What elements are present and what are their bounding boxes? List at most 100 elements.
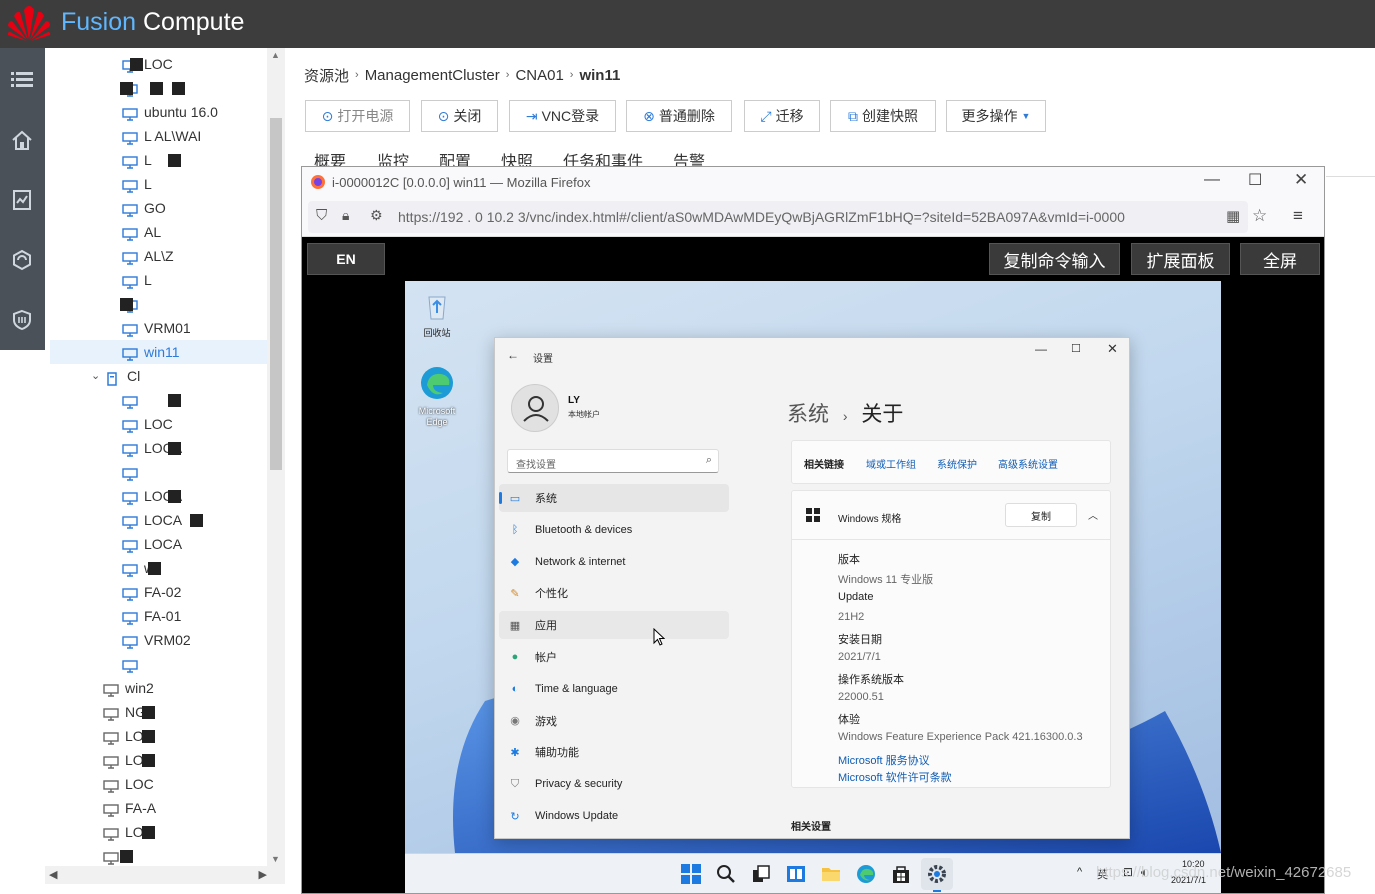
tree-item[interactable]: ubuntu 16.0 (122, 100, 267, 124)
fullscreen-button[interactable]: 全屏 (1240, 243, 1320, 275)
settings-nav-item[interactable]: ● 帐户 (499, 643, 729, 671)
tree-item[interactable]: win2 (103, 676, 267, 700)
widgets-icon[interactable] (786, 864, 806, 884)
tree-item[interactable]: VRM02 (122, 628, 267, 652)
tree-item[interactable]: w (122, 556, 267, 580)
tree-item[interactable]: FA-A (103, 796, 267, 820)
license-link[interactable]: Microsoft 软件许可条款 (838, 769, 952, 785)
tree-item[interactable]: L (122, 172, 267, 196)
settings-nav-item[interactable]: ✱ 辅助功能 (499, 738, 729, 766)
start-icon[interactable] (681, 864, 701, 884)
close-icon[interactable]: ✕ (1107, 341, 1118, 357)
settings-search-input[interactable]: 查找设置 ⌕ (507, 449, 719, 473)
settings-nav-item[interactable]: ◆ Network & internet (499, 548, 729, 576)
tree-item[interactable]: GO (122, 196, 267, 220)
settings-nav-item[interactable]: ↻ Windows Update (499, 802, 729, 830)
tree-item[interactable]: ⌄ Cl (91, 364, 267, 388)
minimize-icon[interactable]: — (1204, 171, 1220, 189)
desktop-icon-edge[interactable]: Microsoft Edge (409, 365, 465, 428)
tree-item[interactable]: FA-01 (122, 604, 267, 628)
tree-item[interactable]: LOC (103, 748, 267, 772)
settings-nav-item[interactable]: ⛉ Privacy & security (499, 770, 729, 798)
monitor-icon[interactable] (6, 184, 38, 216)
link-system-protection[interactable]: 系统保护 (937, 456, 977, 471)
tree-horizontal-scrollbar[interactable]: ◀ ▶ (45, 866, 285, 884)
permissions-icon[interactable]: ⚙ (370, 207, 383, 224)
lock-icon[interactable]: 🔒︎ (342, 207, 349, 224)
hamburger-menu-icon[interactable]: ≡ (1293, 206, 1303, 226)
qr-code-icon[interactable]: ▦ (1226, 207, 1240, 225)
avatar[interactable] (511, 384, 559, 432)
tree-item[interactable]: LOCA (122, 436, 267, 460)
tree-item[interactable] (122, 292, 267, 316)
tree-item[interactable]: win11 (50, 340, 268, 364)
tree-item[interactable]: LOC (103, 820, 267, 844)
migrate-button[interactable]: ⤢ 迁移 (744, 100, 820, 132)
resource-icon[interactable] (6, 244, 38, 276)
settings-nav-item[interactable]: ▦ 应用 (499, 611, 729, 640)
maximize-icon[interactable]: ☐ (1248, 170, 1262, 190)
bookmark-star-icon[interactable]: ☆ (1252, 206, 1267, 226)
chevron-up-icon[interactable]: ^ (1077, 866, 1082, 878)
explorer-icon[interactable] (821, 864, 841, 884)
shield-icon[interactable] (6, 304, 38, 336)
tree-item[interactable] (122, 388, 267, 412)
tree-item[interactable] (122, 460, 267, 484)
task-view-icon[interactable] (751, 864, 771, 884)
tracking-shield-icon[interactable]: ⛉ (316, 207, 327, 224)
tree-item[interactable]: AL\Z (122, 244, 267, 268)
breadcrumb-item[interactable]: ManagementCluster (365, 67, 500, 84)
tree-item[interactable]: LOCA (122, 484, 267, 508)
scroll-left-icon[interactable]: ◀ (49, 868, 57, 881)
license-link[interactable]: Microsoft 服务协议 (838, 752, 930, 768)
back-arrow-icon[interactable]: ← (507, 348, 519, 362)
more-actions-button[interactable]: 更多操作 ▼ (946, 100, 1046, 132)
keyboard-language-button[interactable]: EN (307, 243, 385, 275)
maximize-icon[interactable]: ☐ (1071, 342, 1081, 355)
shutdown-button[interactable]: ⊙ 关闭 (421, 100, 498, 132)
tree-item[interactable] (122, 76, 267, 100)
snapshot-button[interactable]: ⧉ 创建快照 (830, 100, 936, 132)
tree-item[interactable]: NG (103, 700, 267, 724)
scroll-up-icon[interactable]: ▲ (271, 50, 280, 60)
home-icon[interactable] (6, 124, 38, 156)
settings-nav-item[interactable]: ᛒ Bluetooth & devices (499, 516, 729, 544)
tree-item[interactable]: LOCA (122, 532, 267, 556)
settings-nav-item[interactable]: ◉ 游戏 (499, 707, 729, 735)
copy-spec-button[interactable]: 复制 (1005, 503, 1077, 527)
link-advanced-settings[interactable]: 高级系统设置 (998, 456, 1058, 471)
tree-item[interactable]: L (122, 148, 267, 172)
vnc-login-button[interactable]: ⇥ VNC登录 (509, 100, 616, 132)
windows-desktop[interactable]: 回收站 Microsoft Edge ← 设置 — ☐ ✕ LY 本地帐户 查找… (405, 281, 1221, 893)
tree-item[interactable]: AL (122, 220, 267, 244)
tree-item[interactable]: FA-02 (122, 580, 267, 604)
store-icon[interactable] (891, 864, 911, 884)
delete-button[interactable]: ⊗ 普通删除 (626, 100, 732, 132)
minimize-icon[interactable]: — (1035, 342, 1047, 356)
edge-icon[interactable] (856, 864, 876, 884)
chevron-down-icon[interactable]: ⌄ (91, 364, 100, 388)
settings-nav-item[interactable]: ◐ Time & language (499, 675, 729, 703)
tree-item[interactable]: LOC (122, 412, 267, 436)
tree-item[interactable]: VRM01 (122, 316, 267, 340)
scroll-down-icon[interactable]: ▼ (271, 854, 280, 864)
tree-item[interactable]: L (122, 268, 267, 292)
address-bar[interactable]: ⛉ 🔒︎ ⚙ https://192 . 0 10.2 3/vnc/index.… (308, 201, 1248, 233)
copy-command-button[interactable]: 复制命令输入 (989, 243, 1120, 275)
close-icon[interactable]: ✕ (1294, 170, 1308, 190)
power-on-button[interactable]: ⊙ 打开电源 (305, 100, 410, 132)
tree-item[interactable]: LOC (122, 52, 267, 76)
tree-item[interactable]: L AL\WAI (122, 124, 267, 148)
search-icon[interactable] (716, 864, 736, 884)
link-domain-workgroup[interactable]: 域或工作组 (866, 456, 916, 471)
tree-scroll-thumb[interactable] (270, 118, 282, 470)
chevron-up-icon[interactable]: ︿ (1088, 507, 1098, 522)
expand-panel-button[interactable]: 扩展面板 (1131, 243, 1230, 275)
settings-nav-item[interactable]: ▭ 系统 (499, 484, 729, 512)
breadcrumb-item[interactable]: 资源池 (304, 65, 349, 86)
tree-item[interactable]: LOC (103, 772, 267, 796)
menu-icon[interactable] (6, 64, 38, 96)
settings-nav-item[interactable]: ✎ 个性化 (499, 579, 729, 607)
scroll-right-icon[interactable]: ▶ (259, 868, 267, 881)
tree-item[interactable]: LOC (103, 724, 267, 748)
